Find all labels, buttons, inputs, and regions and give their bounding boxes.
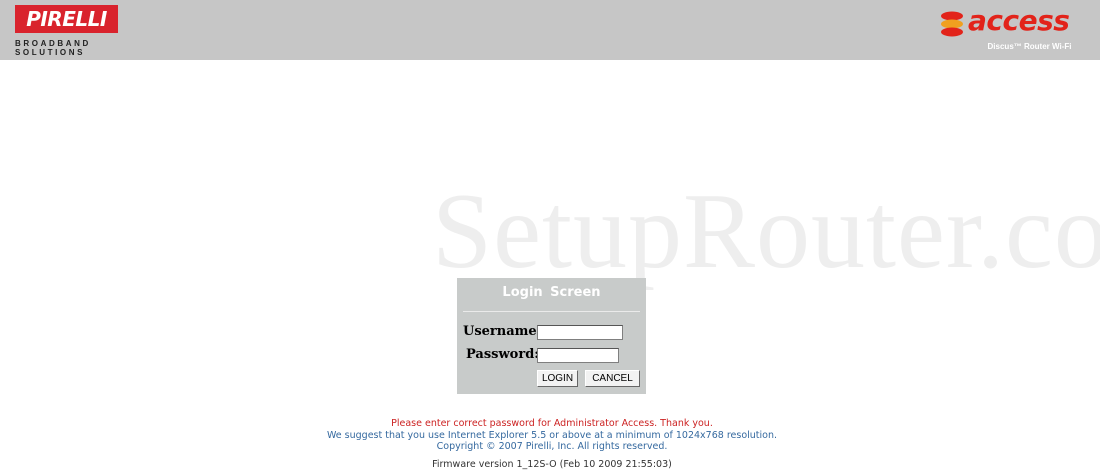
login-title: Login Screen [502, 285, 601, 300]
copyright-notice: Copyright © 2007 Pirelli, Inc. All right… [436, 441, 668, 452]
login-panel: Login Screen Username: Password: LOGIN C… [457, 278, 646, 394]
pirelli-logo-wordmark: PIRELLI [15, 5, 118, 33]
username-label: Username: [463, 324, 542, 339]
cancel-button[interactable]: CANCEL [585, 370, 640, 387]
firmware-version: Firmware version 1_12S-O (Feb 10 2009 21… [432, 459, 672, 470]
header-bar: PIRELLI BROADBAND SOLUTIONS access Discu… [0, 0, 1100, 60]
password-warning: Please enter correct password for Admini… [391, 418, 713, 429]
login-divider [463, 311, 640, 312]
pirelli-sub-line1: BROADBAND [15, 39, 91, 48]
browser-suggestion: We suggest that you use Internet Explore… [326, 429, 778, 441]
password-input[interactable] [537, 348, 619, 363]
login-button[interactable]: LOGIN [537, 370, 578, 387]
access-tagline: Discus™ Router Wi-Fi [987, 42, 1072, 51]
username-input[interactable] [537, 325, 623, 340]
access-logo-wordmark: access [968, 4, 1070, 37]
footer-messages: Please enter correct password for Admini… [0, 418, 1100, 453]
password-label: Password: [466, 347, 540, 362]
pirelli-logo-subtitle: BROADBAND SOLUTIONS [15, 39, 120, 57]
pirelli-logo: PIRELLI BROADBAND SOLUTIONS [15, 5, 120, 57]
access-logo: access Discus™ Router Wi-Fi [940, 4, 1090, 54]
access-mark-icon [941, 11, 963, 37]
watermark: SetupRouter.co [432, 172, 1100, 291]
pirelli-sub-line2: SOLUTIONS [15, 48, 86, 57]
